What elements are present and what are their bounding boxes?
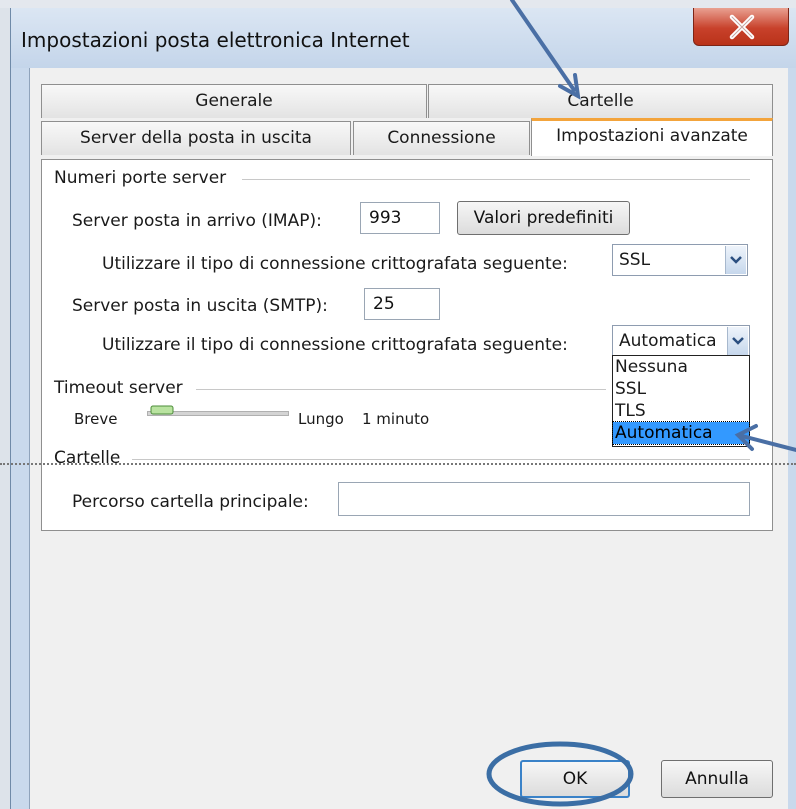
- desktop-background: [0, 0, 10, 809]
- incoming-encryption-label: Utilizzare il tipo di connessione critto…: [102, 254, 568, 274]
- tab-label: Generale: [195, 91, 273, 111]
- list-item[interactable]: Nessuna: [613, 356, 749, 378]
- incoming-encryption-value: SSL: [619, 250, 651, 270]
- dotted-divider: [0, 463, 796, 465]
- outgoing-port-value: 25: [373, 294, 395, 314]
- tab-label: Impostazioni avanzate: [556, 126, 748, 146]
- timeout-value: 1 minuto: [362, 410, 430, 428]
- group-title-ports: Numeri porte server: [54, 168, 227, 188]
- tab-generale[interactable]: Generale: [41, 84, 427, 118]
- outgoing-encryption-select[interactable]: Automatica: [612, 325, 750, 357]
- group-divider: [132, 459, 750, 460]
- list-item[interactable]: TLS: [613, 400, 749, 422]
- tab-label: Server della posta in uscita: [80, 128, 312, 148]
- close-button[interactable]: [693, 8, 789, 46]
- incoming-port-field[interactable]: 993: [360, 202, 440, 234]
- tab-label: Connessione: [387, 128, 496, 148]
- incoming-port-label: Server posta in arrivo (IMAP):: [72, 211, 322, 231]
- dialog-window: Impostazioni posta elettronica Internet …: [10, 8, 796, 809]
- title-bar: Impostazioni posta elettronica Internet: [11, 8, 796, 68]
- dialog-body: Generale Cartelle Server della posta in …: [29, 68, 788, 809]
- outgoing-port-label: Server posta in uscita (SMTP):: [72, 296, 328, 316]
- tab-server-posta-uscita[interactable]: Server della posta in uscita: [41, 121, 351, 155]
- tab-connessione[interactable]: Connessione: [353, 121, 530, 155]
- encryption-dropdown-list: Nessuna SSL TLS Automatica: [612, 355, 750, 447]
- root-folder-field[interactable]: [338, 482, 750, 516]
- dropdown-button[interactable]: [727, 327, 748, 355]
- ok-button[interactable]: OK: [520, 760, 630, 798]
- group-title-folders: Cartelle: [54, 448, 121, 468]
- close-icon: [729, 14, 755, 40]
- outgoing-port-field[interactable]: 25: [364, 288, 440, 320]
- outgoing-encryption-value: Automatica: [619, 331, 717, 351]
- tab-impostazioni-avanzate[interactable]: Impostazioni avanzate: [531, 118, 773, 156]
- chevron-down-icon: [732, 337, 744, 345]
- root-folder-label: Percorso cartella principale:: [72, 492, 309, 512]
- desktop-background-top: [0, 0, 796, 8]
- chevron-down-icon: [730, 256, 742, 264]
- group-title-timeout: Timeout server: [54, 378, 183, 398]
- tab-cartelle[interactable]: Cartelle: [428, 84, 773, 118]
- list-item[interactable]: SSL: [613, 378, 749, 400]
- group-divider: [196, 389, 606, 390]
- tab-label: Cartelle: [567, 91, 634, 111]
- list-item-selected[interactable]: Automatica: [612, 421, 750, 445]
- incoming-port-value: 993: [369, 208, 402, 228]
- timeout-short-label: Breve: [74, 410, 118, 428]
- cancel-button[interactable]: Annulla: [661, 760, 773, 798]
- incoming-encryption-select[interactable]: SSL: [612, 244, 748, 276]
- group-divider: [242, 179, 750, 180]
- defaults-button[interactable]: Valori predefiniti: [457, 201, 630, 235]
- window-title: Impostazioni posta elettronica Internet: [21, 28, 410, 52]
- dropdown-button[interactable]: [725, 246, 746, 274]
- timeout-slider-thumb[interactable]: [150, 405, 174, 415]
- timeout-long-label: Lungo: [298, 410, 344, 428]
- outgoing-encryption-label: Utilizzare il tipo di connessione critto…: [102, 335, 568, 355]
